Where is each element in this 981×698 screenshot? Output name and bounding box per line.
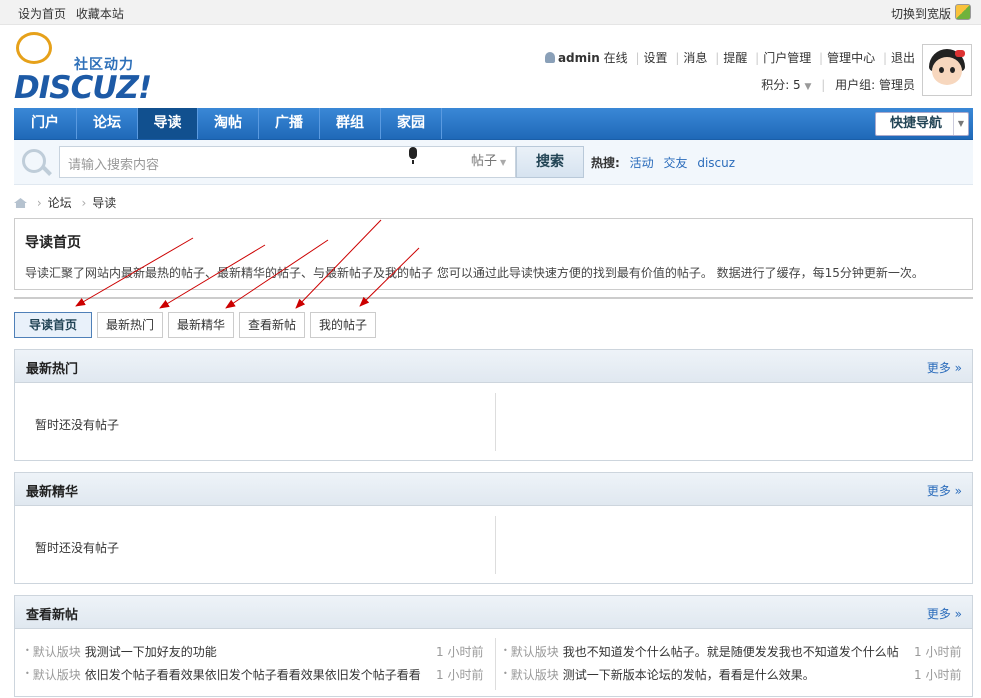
new-posts-panel: 查看新帖 更多 » • 默认版块 我测试一下加好友的功能 1 小时前 • 默认版块 我也… [14,595,973,697]
guide-intro-box: 导读首页 导读汇聚了网站内最新最热的帖子、最新精华的帖子、与最新帖子及我的帖子 … [14,218,973,290]
empty-message: 暂时还没有帖子 [35,418,120,432]
chevron-down-icon: ▼ [804,82,812,92]
hot-term-discuz[interactable]: discuz [697,156,735,170]
post-time: 1 小时前 [914,645,962,659]
microphone-stand-icon [412,160,414,164]
site-logo[interactable]: 社区动力 DISCUZ! [14,32,154,106]
nav-item-portal[interactable]: 门户 [14,108,77,139]
search-category-select[interactable]: 帖子 ▼ [467,146,516,178]
more-link[interactable]: 更多 » [927,605,962,622]
panel-header: 查看新帖 更多 » [15,596,972,629]
quick-nav-button[interactable]: 快捷导航 ▼ [875,112,969,136]
portal-admin-link[interactable]: 门户管理 [763,51,811,65]
hot-search-label: 热搜: [591,156,620,170]
username-link[interactable]: admin [558,51,600,65]
panel-title: 查看新帖 [26,608,79,623]
chevron-down-icon: ▼ [500,158,507,167]
tab-guide-home[interactable]: 导读首页 [14,312,92,338]
user-icon [544,52,555,63]
forum-link[interactable]: 默认版块 [33,645,81,659]
user-info: 积分: 5 ▼ | 用户组: 管理员 [761,78,915,92]
panel-title: 最新精华 [26,485,79,500]
guide-description: 导读汇聚了网站内最新最热的帖子、最新精华的帖子、与最新帖子及我的帖子 您可以通过… [25,266,924,280]
hot-term-activity[interactable]: 活动 [630,156,654,170]
more-link[interactable]: 更多 » [927,359,962,376]
user-nav: admin 在线 | 设置 | 消息 | 提醒 | 门户管理 | 管理中心 | 退出 [544,49,915,66]
logout-link[interactable]: 退出 [891,51,915,65]
list-item: • 默认版块 依旧发个帖子看看效果依旧发个帖子看看效果依旧发个帖子看看 [25,668,421,682]
search-icon-handle [42,166,52,176]
post-time: 1 小时前 [914,668,962,682]
empty-message: 暂时还没有帖子 [35,541,120,555]
hot-term-friends[interactable]: 交友 [663,156,687,170]
search-button[interactable]: 搜索 [516,146,584,178]
list-item: • 默认版块 测试一下新版本论坛的发帖，看看是什么效果。 [503,668,815,682]
search-placeholder: 请输入搜索内容 [68,158,160,173]
avatar[interactable] [922,44,972,96]
top-links: 设为首页 收藏本站 [18,5,124,22]
post-time: 1 小时前 [436,668,484,682]
logo-bubble-icon [16,32,52,64]
switch-wide-link[interactable]: 切换到宽版 [891,5,951,22]
chevron-down-icon: ▼ [953,113,968,135]
column-divider [495,393,496,451]
switch-wide-icon[interactable] [955,4,971,20]
home-icon[interactable] [14,198,27,208]
main-nav: 门户 论坛 导读 淘帖 广播 群组 家园 快捷导航 ▼ [14,108,973,140]
top-strip: 设为首页 收藏本站 切换到宽版 [0,0,981,25]
tab-latest-digest[interactable]: 最新精华 [168,312,234,338]
tab-my-posts[interactable]: 我的帖子 [310,312,376,338]
hot-searches: 热搜: 活动 交友 discuz [591,154,741,171]
panel-header: 最新热门 更多 » [15,350,972,383]
nav-item-forum[interactable]: 论坛 [77,108,138,139]
forum-link[interactable]: 默认版块 [33,668,81,682]
nav-item-collection[interactable]: 淘帖 [198,108,259,139]
column-divider [495,516,496,574]
forum-link[interactable]: 默认版块 [511,645,559,659]
latest-digest-panel: 最新精华 更多 » 暂时还没有帖子 [14,472,973,584]
set-home-link[interactable]: 设为首页 [18,7,66,21]
admin-center-link[interactable]: 管理中心 [827,51,875,65]
online-status: 在线 [603,51,628,65]
panel-header: 最新精华 更多 » [15,473,972,506]
breadcrumb: › 论坛 › 导读 [14,194,116,211]
divider [14,297,973,299]
post-time: 1 小时前 [436,645,484,659]
forum-link[interactable]: 默认版块 [511,668,559,682]
bookmark-link[interactable]: 收藏本站 [76,7,124,21]
settings-link[interactable]: 设置 [644,51,668,65]
page-title: 导读首页 [25,235,81,251]
more-link[interactable]: 更多 » [927,482,962,499]
points-menu[interactable]: 积分: 5 ▼ [761,78,811,92]
logo-wordmark: DISCUZ! [14,70,152,106]
post-title-link[interactable]: 测试一下新版本论坛的发帖，看看是什么效果。 [563,668,815,682]
tab-new-posts[interactable]: 查看新帖 [239,312,305,338]
search-bar: 请输入搜索内容 帖子 ▼ 搜索 热搜: 活动 交友 discuz [14,140,973,185]
nav-item-groups[interactable]: 群组 [320,108,381,139]
nav-item-guide[interactable]: 导读 [138,108,198,139]
list-item: • 默认版块 我测试一下加好友的功能 [25,645,217,659]
notifications-link[interactable]: 提醒 [723,51,747,65]
search-input[interactable]: 请输入搜索内容 [59,146,468,178]
usergroup-link[interactable]: 用户组: 管理员 [835,78,915,92]
breadcrumb-current: 导读 [92,196,117,210]
quick-nav-label: 快捷导航 [890,116,943,131]
tab-latest-hot[interactable]: 最新热门 [97,312,163,338]
post-title-link[interactable]: 我也不知道发个什么帖子。就是随便发发我也不知道发个什么帖 [563,645,899,659]
column-divider [495,638,496,690]
latest-hot-panel: 最新热门 更多 » 暂时还没有帖子 [14,349,973,461]
panel-title: 最新热门 [26,362,79,377]
post-title-link[interactable]: 依旧发个帖子看看效果依旧发个帖子看看效果依旧发个帖子看看 [85,668,421,682]
messages-link[interactable]: 消息 [683,51,707,65]
post-title-link[interactable]: 我测试一下加好友的功能 [85,645,217,659]
list-item: • 默认版块 我也不知道发个什么帖子。就是随便发发我也不知道发个什么帖 [503,645,899,659]
nav-item-home[interactable]: 家园 [381,108,442,139]
breadcrumb-forum[interactable]: 论坛 [48,196,72,210]
nav-item-broadcast[interactable]: 广播 [259,108,320,139]
microphone-icon[interactable] [409,147,417,159]
